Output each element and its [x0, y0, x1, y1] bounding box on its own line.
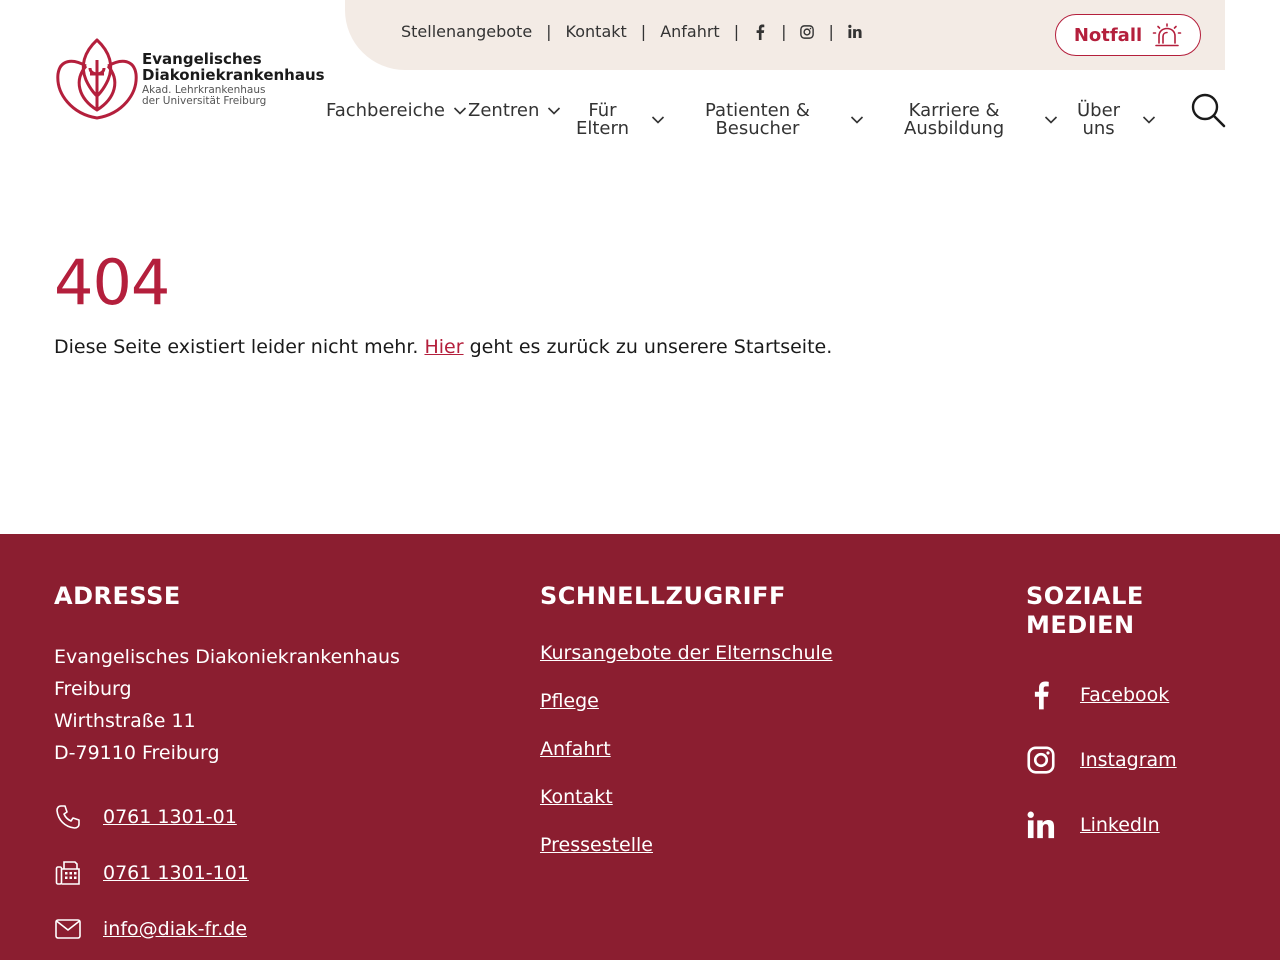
siren-icon: [1152, 23, 1182, 47]
nav-label: Zentren: [468, 100, 540, 121]
logo-name-line2: Diakoniekrankenhaus: [142, 66, 325, 84]
instagram-link[interactable]: Instagram: [1080, 749, 1177, 771]
social-title-line1: SOZIALE: [1026, 582, 1144, 610]
quick-link-pflege[interactable]: Pflege: [540, 689, 960, 713]
quick-access-title: SCHNELLZUGRIFF: [540, 582, 786, 610]
logo-name-line1: Evangelisches: [142, 50, 262, 68]
linkedin-icon[interactable]: [848, 23, 862, 41]
separator: |: [828, 22, 834, 41]
nav-item-patienten-besucher[interactable]: Patienten & Besucher: [705, 102, 864, 138]
facebook-link[interactable]: Facebook: [1080, 684, 1169, 706]
address-title: ADRESSE: [54, 582, 181, 610]
phone-link[interactable]: 0761 1301-01: [103, 806, 237, 828]
site-footer: ADRESSE Evangelisches Diakoniekrankenhau…: [0, 534, 1280, 960]
nav-label: Für Eltern: [576, 102, 629, 138]
main-content: 404 Diese Seite existiert leider nicht m…: [54, 246, 1224, 359]
address-line: Wirthstraße 11: [54, 710, 196, 732]
chevron-down-icon: [548, 107, 561, 115]
fax-link[interactable]: 0761 1301-101: [103, 862, 249, 884]
toplink-anfahrt[interactable]: Anfahrt: [660, 22, 720, 41]
address-line: Evangelisches Diakoniekrankenhaus: [54, 646, 400, 668]
nav-label-line2: Eltern: [576, 118, 629, 139]
instagram-icon: [1026, 745, 1056, 775]
quick-link-pressestelle[interactable]: Pressestelle: [540, 833, 960, 857]
toplink-kontakt[interactable]: Kontakt: [566, 22, 627, 41]
chevron-down-icon: [1143, 116, 1156, 124]
chevron-down-icon: [651, 116, 665, 124]
nav-label: Karriere & Ausbildung: [904, 102, 1004, 138]
nav-label: Patienten & Besucher: [705, 102, 810, 138]
nav-label: Über uns: [1077, 102, 1120, 138]
error-text-before: Diese Seite existiert leider nicht mehr.: [54, 336, 425, 358]
nav-item-ueber-uns[interactable]: Über uns: [1077, 102, 1156, 138]
contact-list: 0761 1301-01 0761 1301-101 info@diak-fr.…: [54, 789, 474, 957]
emergency-button[interactable]: Notfall: [1055, 14, 1201, 56]
top-links: Stellenangebote | Kontakt | Anfahrt | | …: [401, 22, 862, 41]
search-icon: [1191, 93, 1226, 128]
quick-link-anfahrt[interactable]: Anfahrt: [540, 737, 960, 761]
separator: |: [640, 22, 647, 41]
nav-item-karriere-ausbildung[interactable]: Karriere & Ausbildung: [904, 102, 1058, 138]
error-heading: 404: [54, 246, 170, 319]
chevron-down-icon: [453, 107, 467, 115]
chevron-down-icon: [850, 116, 863, 124]
address-line: Freiburg: [54, 678, 132, 700]
contact-phone: 0761 1301-01: [54, 789, 474, 845]
quick-links: Kursangebote der Elternschule Pflege Anf…: [540, 641, 960, 857]
separator: |: [781, 22, 787, 41]
error-message: Diese Seite existiert leider nicht mehr.…: [54, 336, 1224, 358]
address-line: D-79110 Freiburg: [54, 742, 220, 764]
social-title-line2: MEDIEN: [1026, 611, 1135, 639]
main-navigation: Fachbereiche Zentren Für Eltern Patienten…: [0, 100, 1280, 144]
quick-link-kontakt[interactable]: Kontakt: [540, 785, 960, 809]
footer-address-column: ADRESSE Evangelisches Diakoniekrankenhau…: [54, 582, 474, 957]
instagram-icon[interactable]: [800, 23, 815, 41]
nav-label-line2: uns: [1082, 118, 1115, 139]
search-button[interactable]: [1190, 92, 1226, 128]
address-block: Evangelisches Diakoniekrankenhaus Freibu…: [54, 641, 474, 769]
logo-sub-line1: Akad. Lehrkrankenhaus: [142, 84, 266, 96]
fax-icon: [54, 859, 82, 887]
chevron-down-icon: [1045, 116, 1058, 124]
social-title: SOZIALE MEDIEN: [1026, 582, 1246, 640]
nav-label-line2: Ausbildung: [904, 118, 1005, 139]
logo-text: Evangelisches Diakoniekrankenhaus Akad. …: [142, 52, 325, 106]
facebook-icon: [1026, 680, 1056, 710]
linkedin-icon: [1026, 810, 1056, 840]
nav-label-line2: Besucher: [715, 118, 800, 139]
linkedin-link[interactable]: LinkedIn: [1080, 814, 1160, 836]
mail-icon: [54, 915, 82, 943]
home-link[interactable]: Hier: [424, 336, 463, 358]
footer-social-column: SOZIALE MEDIEN Facebook Instagram LinkedI…: [1026, 582, 1246, 857]
footer-quick-column: SCHNELLZUGRIFF Kursangebote der Elternsc…: [540, 582, 960, 881]
site-header: Evangelisches Diakoniekrankenhaus Akad. …: [0, 0, 1280, 160]
quick-link-elternschule[interactable]: Kursangebote der Elternschule: [540, 641, 960, 665]
nav-label: Fachbereiche: [326, 100, 445, 121]
emergency-label: Notfall: [1073, 24, 1143, 46]
nav-item-fuer-eltern[interactable]: Für Eltern: [576, 102, 665, 138]
nav-item-fachbereiche[interactable]: Fachbereiche: [326, 102, 467, 120]
separator: |: [733, 22, 740, 41]
social-links: Facebook Instagram LinkedIn: [1026, 662, 1246, 857]
top-bar: Stellenangebote | Kontakt | Anfahrt | | …: [345, 0, 1225, 70]
email-link[interactable]: info@diak-fr.de: [103, 918, 247, 940]
nav-item-zentren[interactable]: Zentren: [468, 102, 561, 120]
social-linkedin: LinkedIn: [1026, 792, 1246, 857]
error-text-after: geht es zurück zu unserere Startseite.: [463, 336, 833, 358]
phone-icon: [54, 803, 82, 831]
social-instagram: Instagram: [1026, 727, 1246, 792]
facebook-icon[interactable]: [753, 23, 767, 41]
social-facebook: Facebook: [1026, 662, 1246, 727]
separator: |: [546, 22, 552, 41]
toplink-stellenangebote[interactable]: Stellenangebote: [401, 22, 532, 41]
contact-email: info@diak-fr.de: [54, 901, 474, 957]
contact-fax: 0761 1301-101: [54, 845, 474, 901]
